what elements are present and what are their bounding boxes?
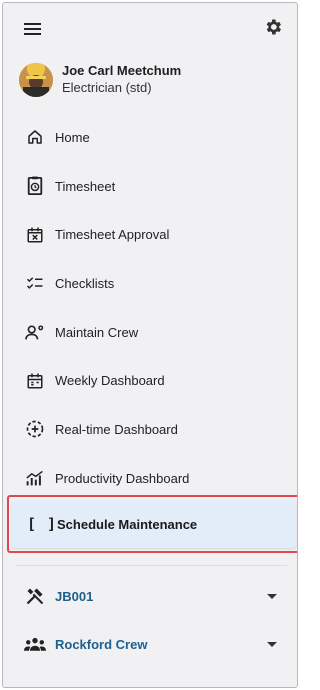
bracket-icon: [ ] bbox=[27, 515, 58, 533]
timesheet-icon bbox=[24, 175, 46, 197]
tools-icon bbox=[24, 585, 46, 607]
nav-label: Home bbox=[55, 129, 90, 145]
nav-label: Timesheet bbox=[55, 178, 116, 194]
avatar bbox=[19, 63, 53, 97]
nav-label: Checklists bbox=[55, 275, 115, 291]
calendar-icon bbox=[24, 370, 46, 392]
user-role: Electrician (std) bbox=[62, 80, 152, 95]
refresh-plus-icon bbox=[24, 418, 46, 440]
side-drawer: Joe Carl Meetchum Electrician (std) Home… bbox=[2, 2, 298, 688]
user-name: Joe Carl Meetchum bbox=[62, 63, 182, 78]
calendar-x-icon bbox=[24, 224, 46, 246]
nav-label: Timesheet Approval bbox=[55, 227, 170, 243]
nav-label: Schedule Maintenance bbox=[57, 516, 198, 532]
group-icon bbox=[24, 633, 46, 655]
user-profile: Joe Carl Meetchum Electrician (std) bbox=[19, 63, 181, 97]
crew-manage-icon bbox=[24, 321, 46, 343]
nav-item-maintain-crew[interactable]: Maintain Crew bbox=[3, 308, 297, 357]
nav-label: Weekly Dashboard bbox=[55, 373, 165, 389]
nav-item-checklists[interactable]: Checklists bbox=[3, 259, 297, 308]
highlight-box: [ ] Schedule Maintenance bbox=[7, 495, 297, 553]
gear-icon[interactable] bbox=[261, 15, 285, 39]
nav-item-timesheet-approval[interactable]: Timesheet Approval bbox=[3, 210, 297, 259]
job-label: JB001 bbox=[55, 588, 94, 604]
chart-icon bbox=[24, 467, 46, 489]
chevron-down-icon bbox=[267, 593, 277, 599]
nav-label: Productivity Dashboard bbox=[55, 470, 190, 486]
nav-label: Real-time Dashboard bbox=[55, 421, 178, 437]
checklist-icon bbox=[24, 272, 46, 294]
nav-item-realtime-dashboard[interactable]: Real-time Dashboard bbox=[3, 405, 297, 454]
crew-selector[interactable]: Rockford Crew bbox=[3, 624, 297, 664]
nav-item-weekly-dashboard[interactable]: Weekly Dashboard bbox=[3, 356, 297, 405]
home-icon bbox=[24, 126, 46, 148]
crew-label: Rockford Crew bbox=[55, 636, 148, 652]
nav-item-timesheet[interactable]: Timesheet bbox=[3, 162, 297, 211]
nav-item-home[interactable]: Home bbox=[3, 113, 297, 162]
nav-item-schedule-maintenance[interactable]: [ ] Schedule Maintenance bbox=[12, 500, 296, 548]
job-selector[interactable]: JB001 bbox=[3, 576, 297, 616]
divider bbox=[15, 565, 287, 566]
chevron-down-icon bbox=[267, 641, 277, 647]
menu-icon[interactable] bbox=[21, 17, 45, 41]
nav-label: Maintain Crew bbox=[55, 324, 139, 340]
nav-list: Home Timesheet Timesheet Approval Checkl… bbox=[3, 113, 297, 503]
